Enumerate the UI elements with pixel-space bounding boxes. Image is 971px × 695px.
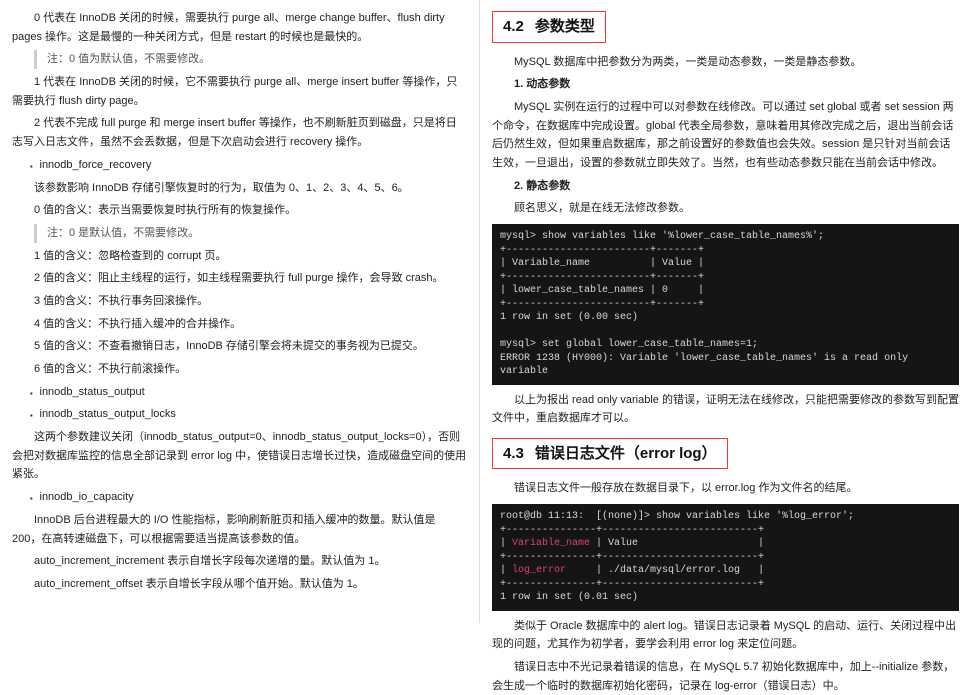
right-column: 4.2 参数类型 MySQL 数据库中把参数分为两类，一类是动态参数，一类是静态… [480, 0, 971, 623]
subheading: 2. 静态参数 [514, 177, 959, 196]
bullet-item: innodb_force_recovery [40, 156, 468, 175]
paragraph: 5 值的含义：不查看撤销日志，InnoDB 存储引擎会将未提交的事务视为已提交。 [12, 337, 467, 356]
heading-number: 4.3 [503, 445, 524, 462]
note: 注：0 值为默认值，不需要修改。 [34, 50, 467, 69]
paragraph: MySQL 数据库中把参数分为两类，一类是动态参数，一类是静态参数。 [492, 53, 959, 72]
paragraph: 顾名思义，就是在线无法修改参数。 [492, 199, 959, 218]
paragraph: 1 代表在 InnoDB 关闭的时候，它不需要执行 purge all、merg… [12, 73, 467, 110]
paragraph: 2 代表不完成 full purge 和 merge insert buffer… [12, 114, 467, 151]
paragraph: 错误日志文件一般存放在数据目录下，以 error.log 作为文件名的结尾。 [492, 479, 959, 498]
heading-text: 错误日志文件（error log） [535, 445, 717, 462]
paragraph: 0 值的含义：表示当需要恢复时执行所有的恢复操作。 [12, 201, 467, 220]
paragraph: 6 值的含义：不执行前滚操作。 [12, 360, 467, 379]
terminal-block: root@db 11:13: [(none)]> show variables … [492, 504, 959, 611]
paragraph: MySQL 实例在运行的过程中可以对参数在线修改。可以通过 set global… [492, 98, 959, 173]
section-heading-4-3: 4.3 错误日志文件（error log） [492, 438, 728, 470]
paragraph: 1 值的含义：忽略检查到的 corrupt 页。 [12, 247, 467, 266]
paragraph: 3 值的含义：不执行事务回滚操作。 [12, 292, 467, 311]
paragraph: auto_increment_offset 表示自增长字段从哪个值开始。默认值为… [12, 575, 467, 594]
paragraph: 这两个参数建议关闭（innodb_status_output=0、innodb_… [12, 428, 467, 484]
subheading: 1. 动态参数 [514, 75, 959, 94]
paragraph: 2 值的含义：阻止主线程的运行，如主线程需要执行 full purge 操作，会… [12, 269, 467, 288]
paragraph: 类似于 Oracle 数据库中的 alert log。错误日志记录着 MySQL… [492, 617, 959, 654]
paragraph: 0 代表在 InnoDB 关闭的时候，需要执行 purge all、merge … [12, 9, 467, 46]
bullet-item: innodb_io_capacity [40, 488, 468, 507]
left-column: 0 代表在 InnoDB 关闭的时候，需要执行 purge all、merge … [0, 0, 480, 623]
paragraph: 错误日志中不光记录着错误的信息，在 MySQL 5.7 初始化数据库中，加上--… [492, 658, 959, 695]
terminal-block: mysql> show variables like '%lower_case_… [492, 224, 959, 385]
note: 注：0 是默认值，不需要修改。 [34, 224, 467, 243]
paragraph: 该参数影响 InnoDB 存储引擎恢复时的行为，取值为 0、1、2、3、4、5、… [12, 179, 467, 198]
paragraph: InnoDB 后台进程最大的 I/O 性能指标，影响刷新脏页和插入缓冲的数量。默… [12, 511, 467, 548]
paragraph: 以上为报出 read only variable 的错误，证明无法在线修改，只能… [492, 391, 959, 428]
paragraph: 4 值的含义：不执行插入缓冲的合并操作。 [12, 315, 467, 334]
heading-text: 参数类型 [535, 18, 595, 35]
section-heading-4-2: 4.2 参数类型 [492, 11, 606, 43]
heading-number: 4.2 [503, 18, 524, 35]
paragraph: auto_increment_increment 表示自增长字段每次递增的量。默… [12, 552, 467, 571]
bullet-item: innodb_status_output_locks [40, 405, 468, 424]
bullet-item: innodb_status_output [40, 383, 468, 402]
